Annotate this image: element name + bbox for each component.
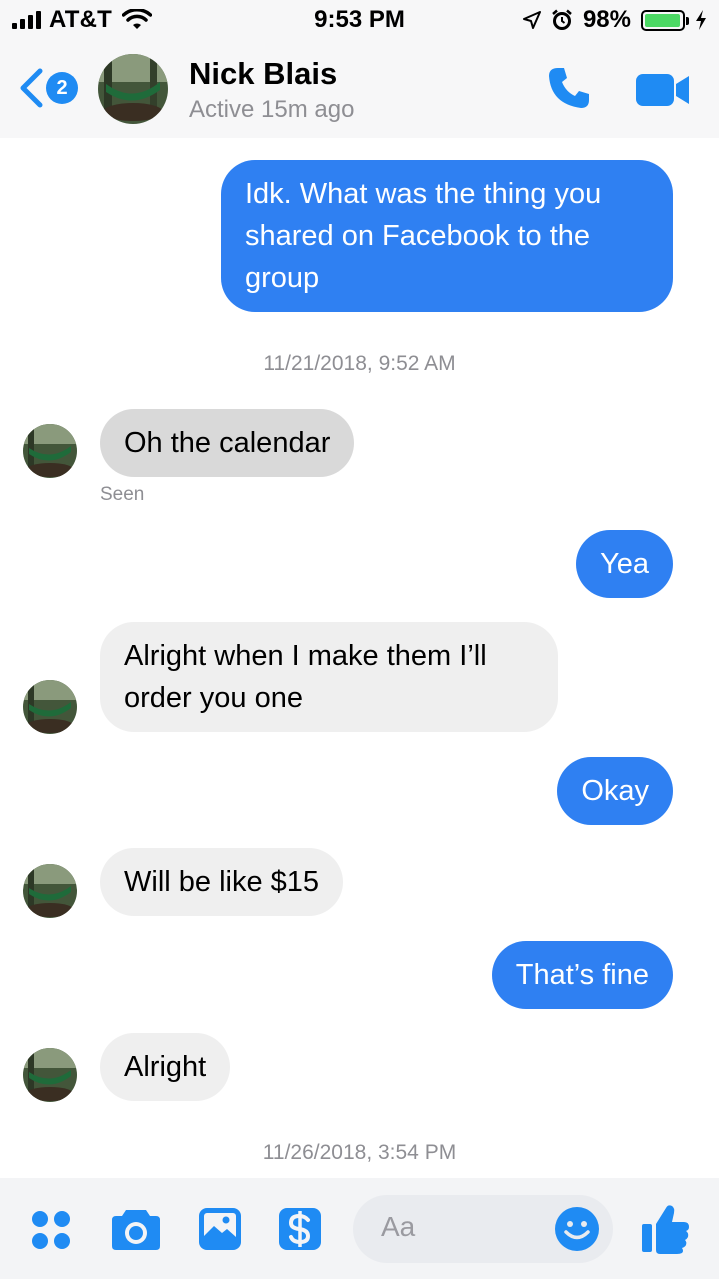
status-right: 98%: [522, 6, 707, 34]
more-options-icon[interactable]: [30, 1209, 72, 1251]
seen-receipt: Seen: [100, 484, 145, 505]
outgoing-message[interactable]: Yea: [576, 530, 673, 598]
contact-name: Nick Blais: [189, 56, 338, 91]
unread-count-badge: 2: [46, 72, 78, 104]
camera-icon[interactable]: [110, 1206, 162, 1252]
timestamp-divider: 11/21/2018, 9:52 AM: [263, 352, 456, 375]
back-button[interactable]: 2: [18, 68, 78, 108]
thumbs-up-icon[interactable]: [640, 1202, 692, 1256]
cellular-signal-icon: [12, 11, 41, 29]
conversation-header: 2 Nick Blais Active 15m ago: [0, 40, 719, 138]
status-bar: AT&T 9:53 PM 98%: [0, 0, 719, 40]
sender-avatar[interactable]: [23, 424, 77, 478]
video-camera-icon[interactable]: [635, 70, 691, 110]
status-left: AT&T: [12, 6, 153, 34]
outgoing-message[interactable]: Idk. What was the thing you shared on Fa…: [221, 160, 673, 312]
incoming-message[interactable]: Will be like $15: [100, 848, 344, 916]
sender-avatar[interactable]: [23, 680, 77, 734]
message-input[interactable]: [381, 1211, 531, 1243]
location-arrow-icon: [522, 11, 541, 29]
photo-gallery-icon[interactable]: [197, 1206, 243, 1252]
active-status: Active 15m ago: [189, 96, 355, 123]
charging-bolt-icon: [696, 10, 706, 30]
emoji-icon[interactable]: [553, 1205, 601, 1253]
message-input-field[interactable]: [353, 1195, 613, 1263]
carrier-name: AT&T: [49, 6, 113, 33]
alarm-icon: [552, 9, 572, 30]
sender-avatar[interactable]: [23, 1048, 77, 1102]
outgoing-message[interactable]: That’s fine: [491, 941, 673, 1009]
phone-icon[interactable]: [545, 64, 593, 112]
timestamp-divider: 11/26/2018, 3:54 PM: [262, 1141, 457, 1164]
incoming-message[interactable]: Alright when I make them I’ll order you …: [100, 622, 558, 732]
battery-cap: [686, 16, 689, 25]
incoming-message[interactable]: Oh the calendar: [100, 409, 355, 477]
sender-avatar[interactable]: [23, 864, 77, 918]
incoming-message[interactable]: Alright: [100, 1033, 231, 1101]
battery-level-fill: [645, 13, 681, 27]
message-composer: [0, 1178, 719, 1279]
battery-percent: 98%: [582, 6, 631, 33]
payment-icon[interactable]: [277, 1206, 323, 1252]
outgoing-message[interactable]: Okay: [557, 757, 673, 825]
battery-icon: [641, 9, 689, 31]
wifi-icon: [122, 9, 153, 29]
back-chevron-icon: [20, 68, 43, 108]
contact-avatar[interactable]: [98, 54, 168, 124]
